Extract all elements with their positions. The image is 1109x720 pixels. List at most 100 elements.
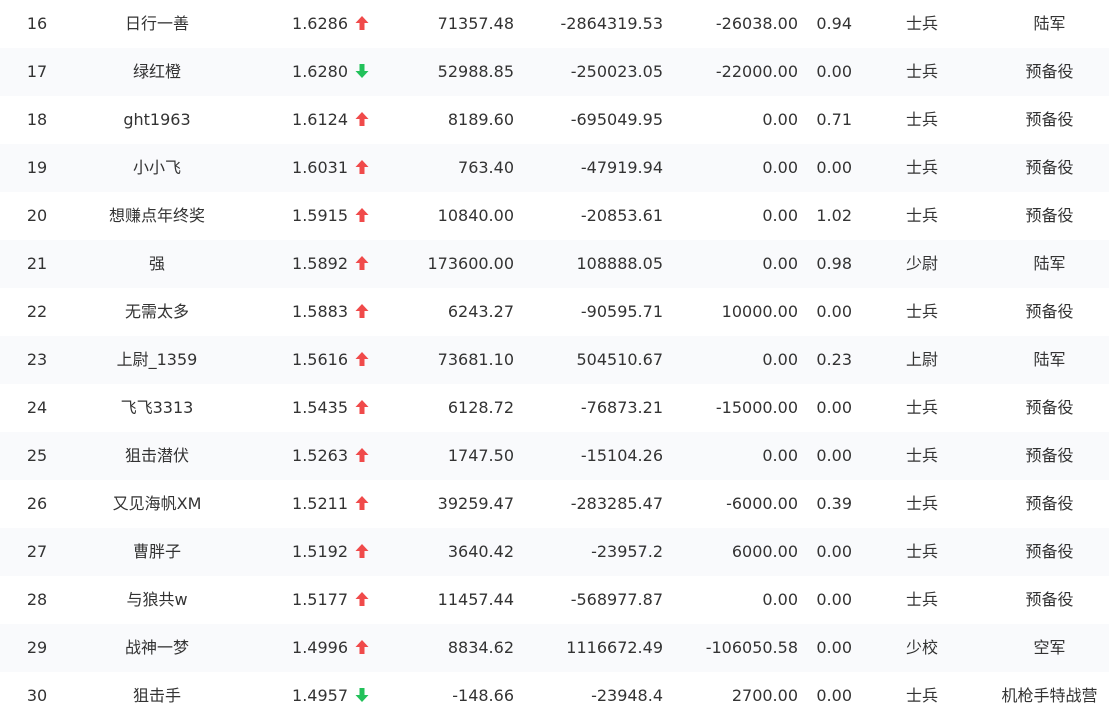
value-1-cell: 6243.27 — [447, 302, 514, 321]
trend-cell — [355, 336, 375, 384]
arrow-up-icon — [355, 399, 369, 415]
arrow-up-icon — [355, 15, 369, 31]
rank-title-cell: 士兵 — [905, 158, 938, 177]
table-row[interactable]: 23 上尉_1359 1.5616 73681.10 504510.67 0.00 0.23… — [0, 336, 1109, 384]
user-name-cell: 强 — [148, 254, 165, 273]
value-2-cell: -2864319.53 — [560, 14, 663, 33]
value-3-cell: 0.00 — [762, 350, 798, 369]
trend-cell — [355, 672, 375, 720]
rank-title-cell: 少尉 — [905, 254, 938, 273]
value-1-cell: 52988.85 — [437, 62, 514, 81]
rank-cell: 18 — [26, 110, 48, 129]
user-name-cell: 与狼共w — [126, 590, 188, 609]
value-3-cell: 0.00 — [762, 110, 798, 129]
value-2-cell: 1116672.49 — [566, 638, 663, 657]
rank-cell: 16 — [26, 14, 48, 33]
value-4-cell: 0.00 — [816, 686, 852, 705]
net-value-cell: 1.5883 — [292, 302, 348, 321]
table-row[interactable]: 18 ght1963 1.6124 8189.60 -695049.95 0.00 0.71… — [0, 96, 1109, 144]
branch-cell: 空军 — [1033, 638, 1066, 657]
table-row[interactable]: 22 无需太多 1.5883 6243.27 -90595.71 10000.00 0.00… — [0, 288, 1109, 336]
table-row[interactable]: 20 想赚点年终奖 1.5915 10840.00 -20853.61 0.00 1.02 士… — [0, 192, 1109, 240]
table-row[interactable]: 25 狙击潜伏 1.5263 1747.50 -15104.26 0.00 0.00 士兵 预备… — [0, 432, 1109, 480]
value-3-cell: -6000.00 — [726, 494, 798, 513]
value-4-cell: 0.00 — [816, 542, 852, 561]
value-1-cell: 10840.00 — [437, 206, 514, 225]
table-row[interactable]: 24 飞飞3313 1.5435 6128.72 -76873.21 -15000.00 0… — [0, 384, 1109, 432]
user-name-cell: 想赚点年终奖 — [108, 206, 205, 225]
branch-cell: 陆军 — [1033, 254, 1066, 273]
net-value-cell: 1.5211 — [292, 494, 348, 513]
branch-cell: 陆军 — [1033, 350, 1066, 369]
arrow-down-icon — [355, 63, 369, 79]
value-1-cell: 173600.00 — [427, 254, 514, 273]
net-value-cell: 1.6031 — [292, 158, 348, 177]
trend-cell — [355, 480, 375, 528]
trend-cell — [355, 48, 375, 96]
table-row[interactable]: 21 强 1.5892 173600.00 108888.05 0.00 0.98 少尉 陆军 — [0, 240, 1109, 288]
value-1-cell: 763.40 — [458, 158, 514, 177]
branch-cell: 预备役 — [1025, 110, 1074, 129]
branch-cell: 机枪手特战营 — [1001, 686, 1098, 705]
value-1-cell: 73681.10 — [437, 350, 514, 369]
value-1-cell: 3640.42 — [447, 542, 514, 561]
trend-cell — [355, 192, 375, 240]
branch-cell: 预备役 — [1025, 542, 1074, 561]
user-name-cell: 小小飞 — [132, 158, 181, 177]
trend-cell — [355, 144, 375, 192]
arrow-up-icon — [355, 591, 369, 607]
table-row[interactable]: 30 狙击手 1.4957 -148.66 -23948.4 2700.00 0.00 士兵 机… — [0, 672, 1109, 720]
value-3-cell: 0.00 — [762, 590, 798, 609]
arrow-up-icon — [355, 111, 369, 127]
value-3-cell: -26038.00 — [715, 14, 798, 33]
user-name-cell: 狙击手 — [132, 686, 181, 705]
trend-cell — [355, 576, 375, 624]
user-name-cell: 狙击潜伏 — [124, 446, 189, 465]
table-row[interactable]: 19 小小飞 1.6031 763.40 -47919.94 0.00 0.00 士兵 预备役 — [0, 144, 1109, 192]
user-name-cell: 上尉_1359 — [116, 350, 198, 369]
rank-title-cell: 士兵 — [905, 110, 938, 129]
arrow-down-icon — [355, 687, 369, 703]
value-2-cell: -695049.95 — [570, 110, 663, 129]
rank-cell: 29 — [26, 638, 48, 657]
rank-title-cell: 士兵 — [905, 14, 938, 33]
arrow-up-icon — [355, 543, 369, 559]
table-row[interactable]: 16 日行一善 1.6286 71357.48 -2864319.53 -26038.00… — [0, 0, 1109, 48]
value-4-cell: 0.00 — [816, 446, 852, 465]
value-3-cell: -22000.00 — [715, 62, 798, 81]
user-name-cell: 飞飞3313 — [120, 398, 194, 417]
value-2-cell: -23957.2 — [591, 542, 663, 561]
net-value-cell: 1.5263 — [292, 446, 348, 465]
net-value-cell: 1.6124 — [292, 110, 348, 129]
table-row[interactable]: 28 与狼共w 1.5177 11457.44 -568977.87 0.00 0.00 士兵… — [0, 576, 1109, 624]
value-4-cell: 0.00 — [816, 638, 852, 657]
arrow-up-icon — [355, 255, 369, 271]
table-row[interactable]: 17 绿红橙 1.6280 52988.85 -250023.05 -22000.00 0.… — [0, 48, 1109, 96]
rank-title-cell: 士兵 — [905, 494, 938, 513]
value-2-cell: -568977.87 — [570, 590, 663, 609]
branch-cell: 预备役 — [1025, 62, 1074, 81]
value-4-cell: 0.94 — [816, 14, 852, 33]
value-4-cell: 0.00 — [816, 62, 852, 81]
branch-cell: 陆军 — [1033, 14, 1066, 33]
user-name-cell: 绿红橙 — [132, 62, 181, 81]
branch-cell: 预备役 — [1025, 398, 1074, 417]
arrow-up-icon — [355, 159, 369, 175]
rank-title-cell: 士兵 — [905, 206, 938, 225]
ranking-table: 16 日行一善 1.6286 71357.48 -2864319.53 -26038.00… — [0, 0, 1109, 720]
value-2-cell: 108888.05 — [576, 254, 663, 273]
arrow-up-icon — [355, 207, 369, 223]
value-3-cell: 0.00 — [762, 254, 798, 273]
table-row[interactable]: 26 又见海帆XM 1.5211 39259.47 -283285.47 -6000.00… — [0, 480, 1109, 528]
table-row[interactable]: 29 战神一梦 1.4996 8834.62 1116672.49 -106050.58 0… — [0, 624, 1109, 672]
trend-cell — [355, 240, 375, 288]
net-value-cell: 1.5192 — [292, 542, 348, 561]
value-1-cell: 1747.50 — [447, 446, 514, 465]
value-1-cell: 39259.47 — [437, 494, 514, 513]
value-1-cell: 8189.60 — [447, 110, 514, 129]
value-3-cell: 0.00 — [762, 446, 798, 465]
user-name-cell: 无需太多 — [124, 302, 189, 321]
value-1-cell: 8834.62 — [447, 638, 514, 657]
table-row[interactable]: 27 曹胖子 1.5192 3640.42 -23957.2 6000.00 0.00 士兵 预… — [0, 528, 1109, 576]
trend-cell — [355, 528, 375, 576]
